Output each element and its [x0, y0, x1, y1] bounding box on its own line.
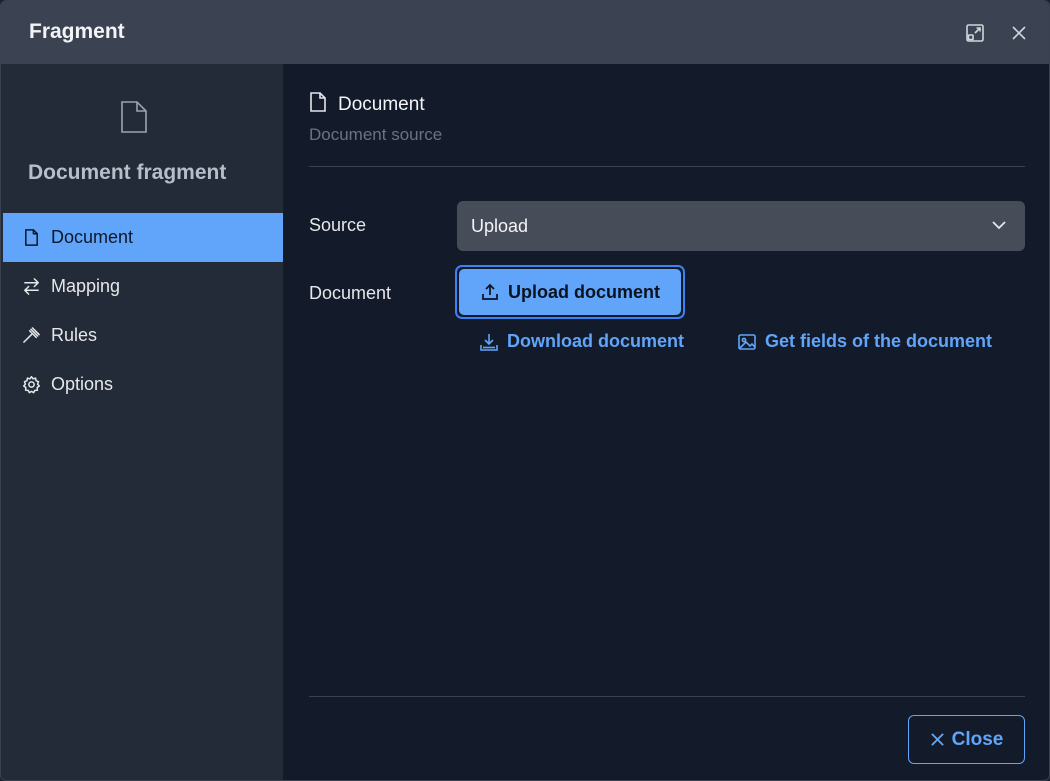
sidebar-item-label: Mapping — [51, 276, 121, 296]
chevron-down-icon — [989, 215, 1009, 240]
document-icon — [309, 92, 327, 117]
sidebar-title: Document fragment — [28, 161, 227, 184]
main-panel: Document Document source Source Upload D… — [283, 64, 1049, 780]
dialog-title: Fragment — [29, 20, 125, 43]
sidebar-item-label: Document — [51, 227, 134, 247]
source-select-value: Upload — [471, 215, 529, 236]
image-icon — [738, 333, 756, 350]
download-icon — [480, 333, 498, 351]
sidebar-item-rules[interactable]: Rules — [3, 311, 283, 360]
document-icon — [21, 228, 41, 248]
close-button-label: Close — [951, 728, 1004, 750]
gavel-icon — [21, 326, 41, 346]
source-select[interactable]: Upload — [457, 201, 1025, 251]
section-header: Document — [309, 92, 425, 117]
fragment-dialog: Fragment Document fragment Document Mapp… — [0, 0, 1050, 781]
sidebar: Document fragment Document Mapping Rules — [1, 64, 283, 780]
upload-icon — [482, 283, 498, 300]
download-document-link[interactable]: Download document — [479, 331, 684, 352]
sidebar-nav: Document Mapping Rules Options — [3, 213, 283, 409]
gear-icon — [21, 375, 41, 395]
arrows-swap-icon — [21, 277, 41, 297]
sidebar-item-label: Rules — [51, 325, 98, 345]
footer-divider — [309, 696, 1025, 697]
get-fields-label: Get fields of the document — [765, 331, 993, 351]
section-subtitle: Document source — [309, 125, 443, 144]
sidebar-item-label: Options — [51, 374, 114, 394]
divider — [309, 166, 1025, 167]
sidebar-item-mapping[interactable]: Mapping — [3, 262, 283, 311]
restore-window-icon — [966, 24, 984, 42]
document-label: Document — [309, 283, 392, 303]
close-icon — [930, 733, 944, 746]
document-icon — [119, 99, 149, 135]
restore-window-button[interactable] — [963, 21, 987, 45]
get-fields-link[interactable]: Get fields of the document — [737, 331, 992, 352]
upload-document-button[interactable]: Upload document — [455, 265, 685, 319]
sidebar-item-options[interactable]: Options — [3, 360, 283, 409]
title-bar: Fragment — [1, 1, 1049, 64]
section-title: Document — [338, 93, 425, 115]
download-document-label: Download document — [507, 331, 684, 351]
upload-document-label: Upload document — [508, 281, 660, 302]
sidebar-item-document[interactable]: Document — [3, 213, 283, 262]
close-icon — [1012, 26, 1026, 40]
close-window-button[interactable] — [1007, 21, 1031, 45]
source-label: Source — [309, 215, 367, 235]
close-button[interactable]: Close — [908, 715, 1025, 764]
